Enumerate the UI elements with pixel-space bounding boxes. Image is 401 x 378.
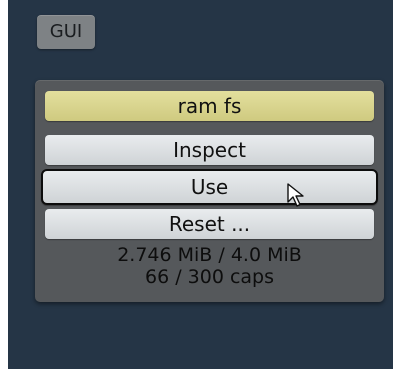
gui-tab[interactable]: GUI xyxy=(37,15,95,49)
memory-usage: 2.746 MiB / 4.0 MiB xyxy=(117,244,302,266)
reset-button[interactable]: Reset ... xyxy=(45,209,374,239)
desktop-screen: GUI ram fs Inspect Use Reset ... 2.746 M… xyxy=(8,0,393,369)
use-button[interactable]: Use xyxy=(41,169,378,205)
ram-fs-panel: ram fs Inspect Use Reset ... 2.746 MiB /… xyxy=(35,80,384,302)
mouse-pointer-icon xyxy=(287,183,304,207)
panel-title: ram fs xyxy=(45,91,374,121)
inspect-button[interactable]: Inspect xyxy=(45,135,374,165)
caps-usage: 66 / 300 caps xyxy=(144,266,274,288)
